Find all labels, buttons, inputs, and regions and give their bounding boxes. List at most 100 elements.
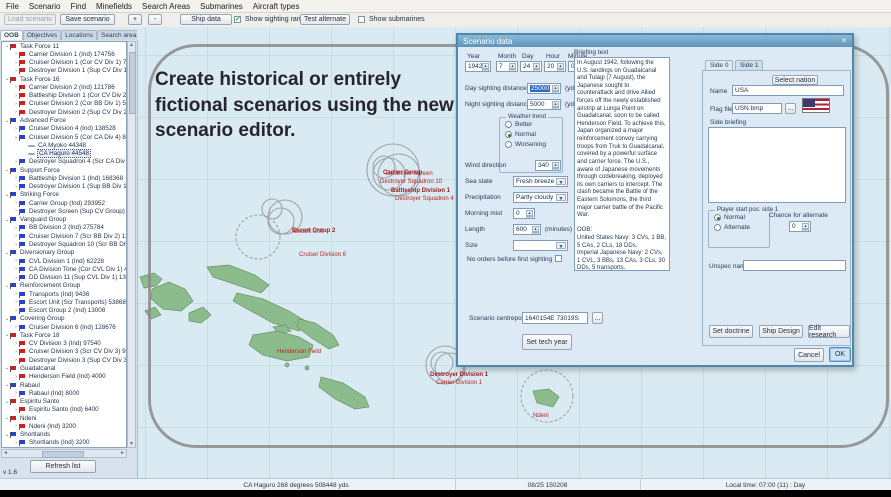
menu-file[interactable]: File [6, 2, 19, 11]
menu-minefields[interactable]: Minefields [96, 2, 132, 11]
tree-row[interactable]: ⌄Striking Force [2, 191, 126, 199]
zoom-in-button[interactable]: + [128, 14, 142, 25]
cancel-button[interactable]: Cancel [794, 348, 824, 362]
tree-row[interactable]: ›Destroyer Screen (Sup CV Group) 39832 [2, 207, 126, 215]
radio-worsening[interactable]: Worsening [505, 141, 562, 148]
load-scenario-button[interactable]: Load scenario [4, 14, 56, 25]
flag-file-browse-button[interactable]: ... [785, 103, 796, 114]
tree-row[interactable]: ›Cruiser Division 4 (Ind) 138528 [2, 125, 126, 133]
tree-row[interactable]: ›Destroyer Division 3 (Sup CV Div 3) 471… [2, 356, 126, 364]
tree-row[interactable]: ⌄Shortlands [2, 430, 126, 438]
morning-mist-spinbox[interactable]: 0▲▼ [513, 208, 535, 219]
night-sighting-spinbox[interactable]: 5000▲▼ [527, 99, 561, 110]
test-alternate-button[interactable]: Test alternate [300, 14, 350, 25]
radio-alternate[interactable]: Alternate [714, 224, 769, 231]
map-unit-label[interactable]: Henderson Field [277, 349, 321, 355]
map-unit-label[interactable]: Destroyer Screen [386, 171, 433, 177]
tree-row[interactable]: ›Battleship Division 1 (Ind) 168368 [2, 174, 126, 182]
radio-better[interactable]: Better [505, 121, 562, 128]
side-briefing-textarea[interactable] [708, 127, 846, 203]
dialog-title-bar[interactable]: Scenario data × [458, 35, 852, 47]
year-spinbox[interactable]: 1942▲▼ [465, 61, 491, 72]
tree-row[interactable]: ›Destroyer Division 1 (Sup CV Div 1) 315… [2, 67, 126, 75]
radio-normal[interactable]: Normal [714, 214, 769, 221]
sea-state-dropdown[interactable]: Fresh breeze▼ [513, 176, 568, 187]
tab-locations[interactable]: Locations [61, 30, 97, 40]
unspec-name-input[interactable] [743, 260, 846, 271]
zoom-out-button[interactable]: - [148, 14, 162, 25]
tree-row[interactable]: ⌄Task Force 16 [2, 75, 126, 83]
tree-row[interactable]: ⌄Vanguard Group [2, 216, 126, 224]
tab-oob[interactable]: OOB [0, 30, 23, 40]
tree-row[interactable]: ›Carrier Division 1 (Ind) 174756 [2, 50, 126, 58]
tree-row[interactable]: ⌄Advanced Force [2, 116, 126, 124]
save-scenario-button[interactable]: Save scenario [60, 14, 115, 25]
tree-row[interactable]: ›CVL Division 1 (Ind) 62228 [2, 257, 126, 265]
show-sighting-range-checkbox[interactable] [234, 16, 241, 23]
tree-row[interactable]: ›Destroyer Division 2 (Sup CV Div 2) 343… [2, 108, 126, 116]
day-sighting-spinbox[interactable]: 25000▲▼ [527, 83, 561, 94]
map-unit-label[interactable]: Carrier Division 1 [436, 380, 482, 386]
map-unit-label[interactable]: Destroyer Squadron 4 [395, 196, 454, 202]
wind-direction-spinbox[interactable]: 340▲▼ [535, 160, 561, 171]
menu-submarines[interactable]: Submarines [200, 2, 243, 11]
tree-row[interactable]: ›Cruiser Division 6 (Ind) 128676 [2, 323, 126, 331]
tree-row[interactable]: ⌄Cruiser Division 5 (Cor CA Div 4) 89896 [2, 133, 126, 141]
ship-design-button[interactable]: Ship Design [759, 325, 803, 338]
tree-row[interactable]: ›DD Division 11 (Sup CVL Div 1) 13752 [2, 273, 126, 281]
tree-row[interactable]: ›CA Division Tone (Cor CVL Div 1) 46612 [2, 265, 126, 273]
tree-row[interactable]: ⌄Ndeni [2, 414, 126, 422]
tree-row[interactable]: ›Cruiser Division 2 (Cor BB Div 1) 58936 [2, 100, 126, 108]
tree-row[interactable]: ⌄Task Force 11 [2, 42, 126, 50]
tab-side-0[interactable]: Side 0 [705, 60, 733, 70]
tree-row[interactable]: CA Haguro 44548 [2, 149, 126, 157]
map-unit-label[interactable]: Destroyer Division 1 [430, 372, 488, 378]
tree-row[interactable]: ⌄Rabaul [2, 381, 126, 389]
tree-row[interactable]: ›Destroyer Squadron 4 (Scr CA Div 4) 555… [2, 158, 126, 166]
tree-row[interactable]: ›Carrier Group (Ind) 293952 [2, 199, 126, 207]
order-of-battle-tree[interactable]: ⌄Task Force 11›Carrier Division 1 (Ind) … [1, 41, 127, 448]
ship-data-button[interactable]: Ship data [180, 14, 232, 25]
menu-find[interactable]: Find [70, 2, 86, 11]
tab-side-1[interactable]: Side 1 [735, 60, 763, 70]
tree-row[interactable]: ›Rabaul (Ind) 8000 [2, 389, 126, 397]
radio-normal[interactable]: Normal [505, 131, 562, 138]
tree-row[interactable]: ⌄Diversionary Group [2, 249, 126, 257]
tree-row[interactable]: ⌄Guadalcanal [2, 364, 126, 372]
tree-row[interactable]: ›Espiritu Santo (Ind) 6400 [2, 406, 126, 414]
menu-aircraft-types[interactable]: Aircraft types [253, 2, 300, 11]
day-spinbox[interactable]: 24▲▼ [520, 61, 542, 72]
tree-row[interactable]: ›Escort Unit (Scr Transports) 53868 [2, 298, 126, 306]
tab-objectives[interactable]: Objectives [23, 30, 61, 40]
tree-row[interactable]: ›Carrier Division 2 (Ind) 121786 [2, 83, 126, 91]
map-unit-label[interactable]: Escort Unit [294, 229, 323, 235]
tree-row[interactable]: ›BB Division 2 (Ind) 275784 [2, 224, 126, 232]
tree-row[interactable]: ›Ndeni (Ind) 3200 [2, 422, 126, 430]
menu-scenario[interactable]: Scenario [29, 2, 61, 11]
tree-row[interactable]: ⌄Espiritu Santo [2, 397, 126, 405]
no-orders-checkbox[interactable] [555, 255, 562, 262]
tree-row[interactable]: ›Cruiser Division 3 (Scr CV Div 3) 93304 [2, 348, 126, 356]
precipitation-dropdown[interactable]: Partly cloudy▼ [513, 192, 568, 203]
select-nation-button[interactable]: Select nation [772, 75, 818, 85]
name-input[interactable]: USA [732, 85, 844, 96]
size-dropdown[interactable]: ▼ [513, 240, 568, 251]
refresh-list-button[interactable]: Refresh list [30, 460, 96, 473]
map-unit-label[interactable]: Battleship Division 1 [391, 188, 450, 194]
set-tech-year-button[interactable]: Set tech year [522, 334, 572, 350]
tree-row[interactable]: ⌄Support Force [2, 166, 126, 174]
edit-research-button[interactable]: Edit research [808, 325, 850, 338]
tree-row[interactable]: ›Destroyer Squadron 10 (Scr BB Div 2) 63… [2, 240, 126, 248]
tree-row[interactable]: ›Escort Group 2 (Ind) 13008 [2, 307, 126, 315]
centrepoint-input[interactable]: 1640154E 73019S [522, 312, 588, 324]
tree-row[interactable]: ⌄Reinforcement Group [2, 282, 126, 290]
month-spinbox[interactable]: 7▲▼ [496, 61, 518, 72]
tree-vertical-scrollbar[interactable]: ▲ ▼ [127, 41, 136, 448]
tree-row[interactable]: ›Transports (Ind) 9436 [2, 290, 126, 298]
length-spinbox[interactable]: 600▲▼ [513, 224, 541, 235]
map-unit-label[interactable]: Cruiser Division 6 [299, 252, 346, 258]
briefing-textarea[interactable]: In August 1942, following the U.S. landi… [574, 57, 670, 271]
set-doctrine-button[interactable]: Set doctrine [709, 325, 753, 338]
show-submarines-checkbox[interactable] [358, 16, 365, 23]
chance-for-alternate-spinbox[interactable]: 0▲▼ [789, 221, 811, 232]
